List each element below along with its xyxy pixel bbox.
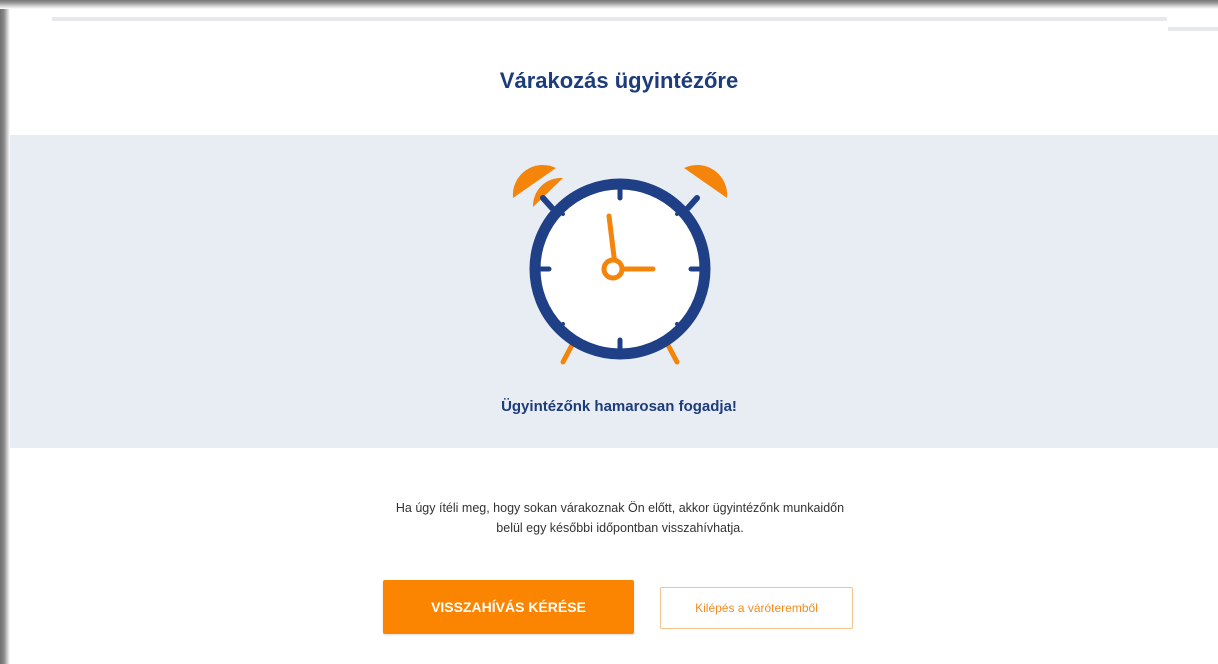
top-divider-right [1168,27,1218,31]
callback-info-text: Ha úgy ítéli meg, hogy sokan várakoznak … [320,498,920,538]
callback-info-line-2: belül egy későbbi időpontban visszahívha… [496,521,744,535]
top-divider [52,17,1167,21]
callback-info-line-1: Ha úgy ítéli meg, hogy sokan várakoznak … [395,501,845,515]
waiting-room-window: Várakozás ügyintézőre Ügyintézőnk hamaro… [0,0,1218,664]
window-top-shadow [0,0,1218,9]
window-left-shadow [0,0,10,664]
exit-waiting-room-button[interactable]: Kilépés a váróteremből [660,587,853,629]
alarm-clock-icon [512,164,728,365]
page-title: Várakozás ügyintézőre [499,68,739,93]
waiting-status-message: Ügyintézőnk hamarosan fogadja! [501,398,737,415]
request-callback-button[interactable]: VISSZAHÍVÁS KÉRÉSE [383,580,634,634]
